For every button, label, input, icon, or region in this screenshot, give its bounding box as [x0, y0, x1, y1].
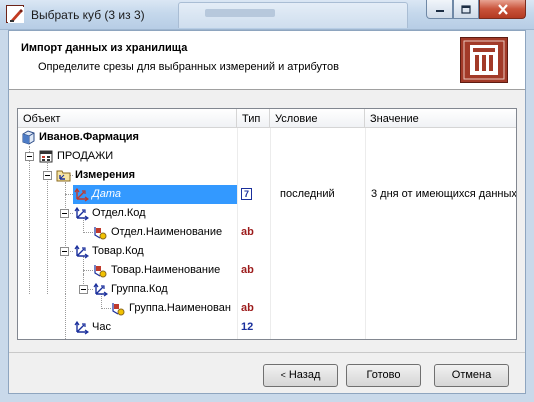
tree-row[interactable]: Группа.Наименован ab	[18, 299, 516, 318]
attribute-icon	[112, 303, 125, 316]
grid-header: Объект Тип Условие Значение	[18, 109, 516, 128]
tree-label-sales: ПРОДАЖИ	[57, 150, 114, 162]
back-button[interactable]: < Назад	[263, 364, 338, 387]
page-subtitle: Определите срезы для выбранных измерений…	[38, 61, 339, 73]
cube-icon	[22, 130, 35, 145]
attribute-icon	[94, 265, 107, 278]
window-title: Выбрать куб (3 из 3)	[31, 8, 145, 22]
type-date-icon: 7	[237, 185, 267, 204]
tree-label-dept-name: Отдел.Наименование	[111, 226, 223, 238]
collapse-toggle[interactable]	[25, 152, 34, 161]
tree-label-group-name: Группа.Наименован	[129, 302, 231, 314]
tree-row[interactable]: Час 12	[18, 318, 516, 337]
collapse-toggle[interactable]	[79, 285, 88, 294]
tree-row-selected[interactable]: Дата 7 последний 3 дня от имеющихся данн…	[18, 185, 516, 204]
finish-button[interactable]: Готово	[346, 364, 421, 387]
filter-value[interactable]: 3 дня от имеющихся данных	[371, 185, 516, 204]
tree-row[interactable]: ПРОДАЖИ	[18, 147, 516, 166]
close-button[interactable]	[479, 0, 526, 19]
close-icon	[497, 3, 508, 15]
back-button-label: Назад	[288, 369, 321, 381]
minimize-button[interactable]	[426, 0, 453, 19]
tree-row[interactable]: Иванов.Фармация	[18, 128, 516, 147]
column-header-type[interactable]: Тип	[237, 109, 270, 128]
maximize-icon	[461, 4, 471, 14]
page-title: Импорт данных из хранилища	[21, 42, 188, 54]
cancel-button[interactable]: Отмена	[434, 364, 509, 387]
tree-label-hour: Час	[92, 321, 111, 333]
type-text-label: ab	[241, 226, 254, 238]
type-text-label: ab	[241, 302, 254, 314]
cube-wizard-icon	[6, 5, 24, 23]
tree-label-product-code: Товар.Код	[92, 245, 144, 257]
attribute-icon	[94, 227, 107, 240]
column-header-value[interactable]: Значение	[365, 109, 516, 128]
column-header-object[interactable]: Объект	[18, 109, 237, 128]
dimension-axis-icon	[93, 282, 108, 297]
tree-row[interactable]: Группа.Код	[18, 280, 516, 299]
tree-row[interactable]: Товар.Наименование ab	[18, 261, 516, 280]
tree-label-product-name: Товар.Наименование	[111, 264, 221, 276]
tree-label-dept-code: Отдел.Код	[92, 207, 146, 219]
tree-row[interactable]: Товар.Код	[18, 242, 516, 261]
wizard-dialog: Импорт данных из хранилища Определите ср…	[8, 30, 526, 394]
data-warehouse-icon	[460, 37, 508, 83]
footer-separator	[9, 352, 525, 353]
title-bar[interactable]: Выбрать куб (3 из 3)	[0, 0, 534, 30]
dimension-axis-icon	[74, 244, 89, 259]
tree-row[interactable]: Отдел.Код	[18, 204, 516, 223]
dimension-axis-icon	[74, 187, 89, 202]
tree-row[interactable]: Измерения	[18, 166, 516, 185]
collapse-toggle[interactable]	[60, 247, 69, 256]
tree-label-cube: Иванов.Фармация	[39, 131, 139, 143]
tree-label-date: Дата	[92, 188, 122, 200]
dimension-axis-icon	[74, 320, 89, 335]
dimension-axis-icon	[74, 206, 89, 221]
column-header-condition[interactable]: Условие	[270, 109, 365, 128]
collapse-toggle[interactable]	[60, 209, 69, 218]
tree-row[interactable]: Отдел.Наименование ab	[18, 223, 516, 242]
chevron-left-icon: <	[280, 370, 286, 380]
collapse-toggle[interactable]	[43, 171, 52, 180]
dimension-tree-grid[interactable]: Объект Тип Условие Значение Иванов.Фарма…	[17, 108, 517, 340]
minimize-icon	[435, 10, 444, 12]
background-window-label	[205, 9, 275, 17]
type-text-label: ab	[241, 264, 254, 276]
condition-value[interactable]: последний	[280, 185, 370, 204]
maximize-button[interactable]	[453, 0, 479, 19]
tree-label-dimensions: Измерения	[75, 169, 136, 181]
dimensions-folder-icon	[56, 170, 71, 182]
tree-label-group-code: Группа.Код	[111, 283, 168, 295]
database-icon	[39, 150, 53, 163]
type-number-label: 12	[241, 321, 254, 333]
wizard-header: Импорт данных из хранилища Определите ср…	[9, 31, 525, 90]
